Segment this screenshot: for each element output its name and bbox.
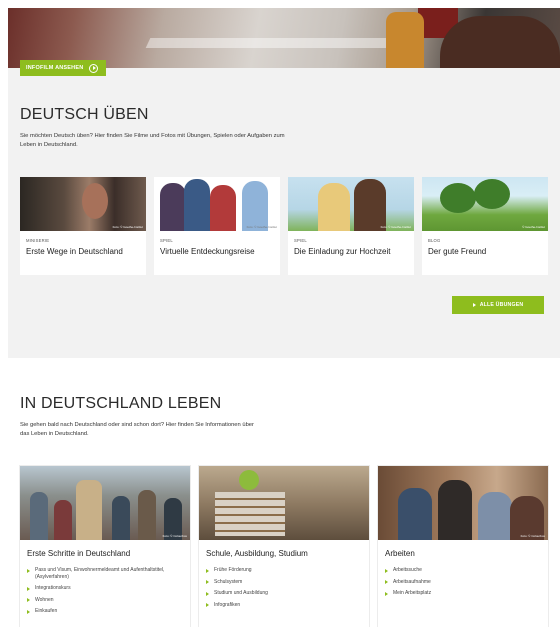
topic-card[interactable]: Foto: © Colourbox Arbeiten Arbeitssuche …: [378, 466, 548, 627]
topic-card-image: [199, 466, 369, 540]
tree-shape: [474, 179, 510, 209]
exercise-card[interactable]: © Goethe-Institut BLOG Der gute Freund: [422, 177, 548, 275]
exercise-card-image: Foto: © Goethe-Institut: [154, 177, 280, 231]
image-credit: Foto: © Goethe-Institut: [246, 225, 277, 229]
apple-shape: [239, 470, 259, 490]
crowd-person: [54, 500, 72, 540]
image-credit: © Goethe-Institut: [522, 225, 545, 229]
image-credit: Foto: © Goethe-Institut: [380, 225, 411, 229]
practice-section: DEUTSCH ÜBEN Sie möchten Deutsch üben? H…: [8, 68, 560, 358]
topic-link[interactable]: Schulsystem: [206, 579, 268, 586]
tree-shape: [440, 183, 476, 213]
cartoon-figure: [318, 183, 350, 231]
exercise-card-kicker: SPIEL: [294, 238, 307, 243]
exercise-card-title[interactable]: Erste Wege in Deutschland: [26, 247, 123, 256]
topic-link[interactable]: Pass und Visum, Einwohnermeldeamt und Au…: [27, 567, 190, 580]
play-icon: [89, 63, 99, 73]
topic-link[interactable]: Frühe Förderung: [206, 567, 268, 574]
image-credit: Foto: © Colourbox: [520, 534, 545, 538]
topic-link[interactable]: Arbeitsaufnahme: [385, 579, 431, 586]
image-credit: Foto: © Goethe-Institut: [112, 225, 143, 229]
all-exercises-label: ALLE ÜBUNGEN: [479, 302, 524, 308]
topic-card-image: Foto: © Colourbox: [20, 466, 190, 540]
topic-link-list: Arbeitssuche Arbeitsaufnahme Mein Arbeit…: [385, 567, 431, 602]
crowd-person: [112, 496, 130, 540]
crowd-person: [76, 480, 102, 540]
topic-link[interactable]: Integrationskurs: [27, 585, 190, 592]
exercise-card[interactable]: Foto: © Goethe-Institut SPIEL Die Einlad…: [288, 177, 414, 275]
topic-link[interactable]: Mein Arbeitsplatz: [385, 590, 431, 597]
topic-card-image: Foto: © Colourbox: [378, 466, 548, 540]
leben-intro: Sie gehen bald nach Deutschland oder sin…: [20, 422, 254, 437]
exercise-card-kicker: SPIEL: [160, 238, 173, 243]
exercise-card-kicker: BLOG: [428, 238, 441, 243]
practice-title: DEUTSCH ÜBEN: [20, 106, 149, 123]
leben-title: IN DEUTSCHLAND LEBEN: [20, 395, 222, 412]
hero-person: [440, 16, 560, 68]
topic-link[interactable]: Studium und Ausbildung: [206, 590, 268, 597]
topic-link[interactable]: Wohnen: [27, 597, 190, 604]
topic-card-title[interactable]: Erste Schritte in Deutschland: [27, 549, 130, 558]
all-exercises-button[interactable]: ALLE ÜBUNGEN: [452, 296, 544, 314]
exercise-card-title[interactable]: Der gute Freund: [428, 247, 486, 256]
exercise-card-title[interactable]: Die Einladung zur Hochzeit: [294, 247, 391, 256]
topic-link[interactable]: Infografiken: [206, 602, 268, 609]
worker-person: [438, 480, 472, 540]
infofilm-label: INFOFILM ANSEHEN: [26, 65, 84, 71]
hero-road-stripe: [145, 38, 411, 48]
exercise-card-image: Foto: © Goethe-Institut: [20, 177, 146, 231]
cartoon-figure: [160, 183, 186, 231]
arrow-right-icon: [472, 303, 476, 307]
topic-link[interactable]: Arbeitssuche: [385, 567, 431, 574]
image-credit: Foto: © Colourbox: [162, 534, 187, 538]
topic-link-list: Pass und Visum, Einwohnermeldeamt und Au…: [27, 567, 190, 620]
hero-person-vest: [386, 12, 424, 68]
exercise-card-title[interactable]: Virtuelle Entdeckungsreise: [160, 247, 255, 256]
hero-image: [8, 8, 560, 68]
topic-card-title[interactable]: Schule, Ausbildung, Studium: [206, 549, 308, 558]
exercise-card-image: Foto: © Goethe-Institut: [288, 177, 414, 231]
topic-link-list: Frühe Förderung Schulsystem Studium und …: [206, 567, 268, 613]
cartoon-figure: [210, 185, 236, 231]
cartoon-figure: [354, 179, 386, 231]
topic-card[interactable]: Foto: © Colourbox Erste Schritte in Deut…: [20, 466, 190, 627]
practice-intro: Sie möchten Deutsch üben? Hier finden Si…: [20, 133, 285, 148]
topic-card[interactable]: Schule, Ausbildung, Studium Frühe Förder…: [199, 466, 369, 627]
exercise-card[interactable]: Foto: © Goethe-Institut SPIEL Virtuelle …: [154, 177, 280, 275]
exercise-card-kicker: MINISERIE: [26, 238, 50, 243]
infofilm-button[interactable]: INFOFILM ANSEHEN: [20, 60, 106, 76]
cartoon-figure: [242, 181, 268, 231]
woman-portrait: [82, 183, 108, 219]
crowd-person: [138, 490, 156, 540]
crowd-person: [30, 492, 48, 540]
worker-person: [478, 492, 512, 540]
exercise-card-image: © Goethe-Institut: [422, 177, 548, 231]
cartoon-figure: [184, 179, 210, 231]
page: DEUTSCH ÜBEN Sie möchten Deutsch üben? H…: [0, 0, 560, 627]
worker-person: [398, 488, 432, 540]
topic-card-title[interactable]: Arbeiten: [385, 549, 415, 558]
topic-link[interactable]: Einkaufen: [27, 608, 190, 615]
exercise-card[interactable]: Foto: © Goethe-Institut MINISERIE Erste …: [20, 177, 146, 275]
book-stack: [215, 492, 285, 536]
